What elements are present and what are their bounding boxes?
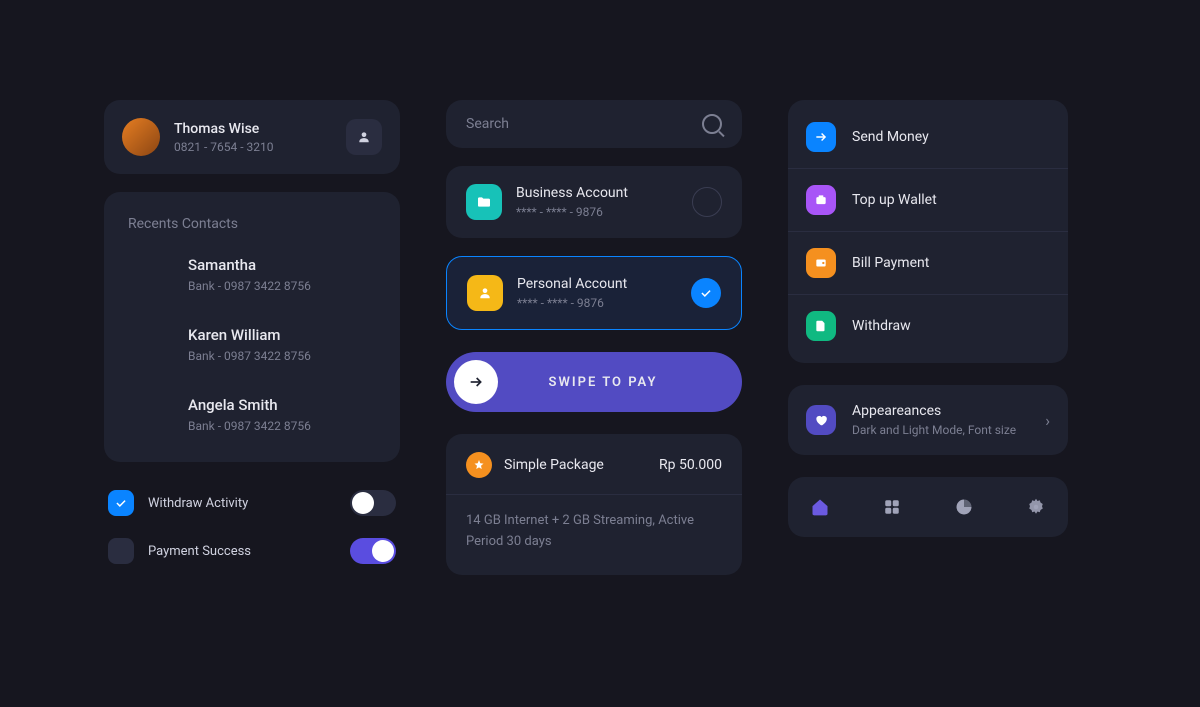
appearances-sub: Dark and Light Mode, Font size: [852, 423, 1029, 437]
nav-settings[interactable]: [1022, 493, 1050, 521]
withdraw-icon: [806, 311, 836, 341]
nav-grid[interactable]: [878, 493, 906, 521]
avatar: [122, 118, 160, 156]
radio-unselected[interactable]: [692, 187, 722, 217]
appearances-title: Appeareances: [852, 403, 1029, 419]
wallet-icon: [806, 185, 836, 215]
appearances-card[interactable]: Appeareances Dark and Light Mode, Font s…: [788, 385, 1068, 455]
account-name: Business Account: [516, 185, 678, 201]
checkbox-payment[interactable]: [108, 538, 134, 564]
send-icon: [806, 122, 836, 152]
account-name: Personal Account: [517, 276, 677, 292]
toggle-row-withdraw: Withdraw Activity: [108, 490, 396, 516]
action-label: Bill Payment: [852, 255, 929, 271]
bill-icon: [806, 248, 836, 278]
gear-icon: [1027, 498, 1045, 516]
action-label: Withdraw: [852, 318, 911, 334]
contact-sub: Bank - 0987 3422 8756: [188, 419, 311, 433]
switch-withdraw[interactable]: [350, 490, 396, 516]
profile-button[interactable]: [346, 119, 382, 155]
search-bar[interactable]: Search: [446, 100, 742, 148]
pie-chart-icon: [955, 498, 973, 516]
avatar: [128, 322, 172, 366]
actions-card: Send Money Top up Wallet Bill Payment Wi…: [788, 100, 1068, 363]
avatar: [128, 392, 172, 436]
arrow-right-icon: [468, 374, 484, 390]
contact-name: Samantha: [188, 256, 311, 274]
nav-bar: [788, 477, 1068, 537]
chevron-right-icon: ›: [1045, 411, 1050, 430]
account-personal[interactable]: Personal Account **** - **** - 9876: [446, 256, 742, 330]
action-withdraw[interactable]: Withdraw: [788, 295, 1068, 357]
contact-item[interactable]: Angela Smith Bank - 0987 3422 8756: [128, 392, 376, 436]
check-icon: [114, 496, 128, 510]
swipe-knob[interactable]: [454, 360, 498, 404]
contact-item[interactable]: Samantha Bank - 0987 3422 8756: [128, 252, 376, 296]
package-price: Rp 50.000: [659, 457, 722, 473]
account-number: **** - **** - 9876: [517, 296, 677, 310]
user-icon: [467, 275, 503, 311]
swipe-label: SWIPE TO PAY: [516, 375, 734, 390]
contact-sub: Bank - 0987 3422 8756: [188, 279, 311, 293]
contacts-card: Recents Contacts Samantha Bank - 0987 34…: [104, 192, 400, 462]
checkbox-withdraw[interactable]: [108, 490, 134, 516]
search-icon: [702, 114, 722, 134]
swipe-to-pay[interactable]: SWIPE TO PAY: [446, 352, 742, 412]
contact-name: Karen William: [188, 326, 311, 344]
action-label: Top up Wallet: [852, 192, 937, 208]
contact-sub: Bank - 0987 3422 8756: [188, 349, 311, 363]
star-icon: [466, 452, 492, 478]
home-icon: [810, 497, 830, 517]
profile-card: Thomas Wise 0821 - 7654 - 3210: [104, 100, 400, 174]
nav-chart[interactable]: [950, 493, 978, 521]
action-bill[interactable]: Bill Payment: [788, 232, 1068, 295]
contact-name: Angela Smith: [188, 396, 311, 414]
account-number: **** - **** - 9876: [516, 205, 678, 219]
search-input[interactable]: Search: [466, 116, 702, 132]
folder-icon: [466, 184, 502, 220]
toggles-section: Withdraw Activity Payment Success: [104, 490, 400, 564]
package-card: Simple Package Rp 50.000 14 GB Internet …: [446, 434, 742, 575]
radio-selected[interactable]: [691, 278, 721, 308]
contact-item[interactable]: Karen William Bank - 0987 3422 8756: [128, 322, 376, 366]
toggle-row-payment: Payment Success: [108, 538, 396, 564]
grid-icon: [883, 498, 901, 516]
switch-payment[interactable]: [350, 538, 396, 564]
toggle-label: Payment Success: [148, 544, 336, 559]
nav-home[interactable]: [806, 493, 834, 521]
profile-phone: 0821 - 7654 - 3210: [174, 140, 332, 154]
heart-icon: [806, 405, 836, 435]
toggle-label: Withdraw Activity: [148, 496, 336, 511]
avatar: [128, 252, 172, 296]
profile-name: Thomas Wise: [174, 121, 332, 137]
action-label: Send Money: [852, 129, 929, 145]
contacts-title: Recents Contacts: [128, 216, 376, 232]
package-desc: 14 GB Internet + 2 GB Streaming, Active …: [466, 511, 722, 553]
user-icon: [357, 130, 371, 144]
profile-info: Thomas Wise 0821 - 7654 - 3210: [174, 121, 332, 154]
package-name: Simple Package: [504, 457, 647, 473]
action-topup[interactable]: Top up Wallet: [788, 169, 1068, 232]
action-send-money[interactable]: Send Money: [788, 106, 1068, 169]
account-business[interactable]: Business Account **** - **** - 9876: [446, 166, 742, 238]
check-icon: [699, 286, 713, 300]
